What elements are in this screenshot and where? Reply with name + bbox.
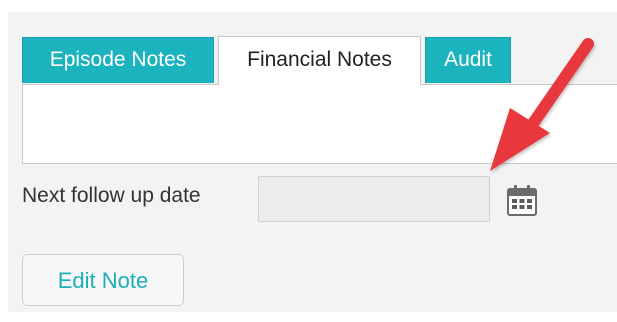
tab-audit[interactable]: Audit [425,37,511,83]
tab-financial-notes[interactable]: Financial Notes [218,36,421,85]
edit-note-button[interactable]: Edit Note [22,254,184,306]
financial-notes-content [22,84,617,164]
next-follow-up-date-label: Next follow up date [22,184,201,207]
calendar-icon[interactable] [505,183,539,217]
tab-episode-notes[interactable]: Episode Notes [22,37,214,83]
next-follow-up-date-input[interactable] [258,176,490,222]
